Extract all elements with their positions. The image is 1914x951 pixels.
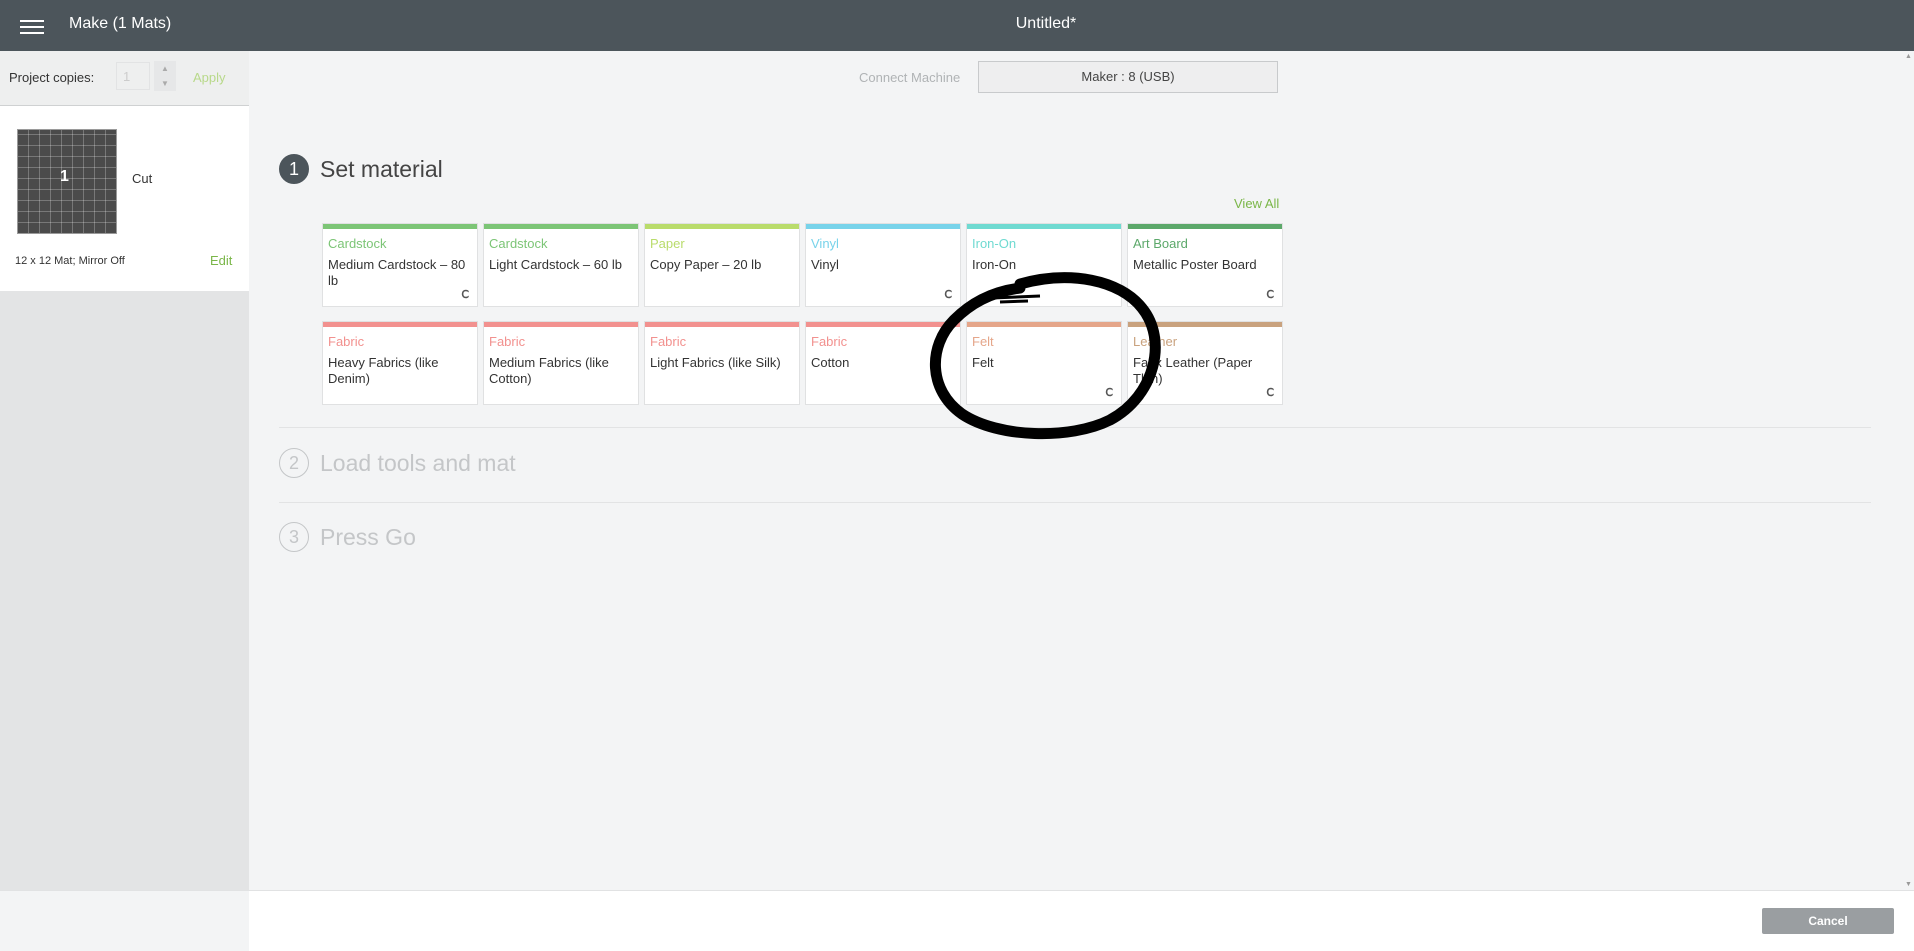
- scroll-up-icon[interactable]: ▲: [1905, 53, 1912, 60]
- footer-left-panel: [0, 891, 249, 951]
- document-title: Untitled*: [1015, 15, 1077, 32]
- mat-number: 1: [60, 168, 69, 185]
- material-card[interactable]: Fabric Heavy Fabrics (like Denim): [322, 321, 478, 405]
- material-category: Fabric: [328, 334, 365, 349]
- material-card[interactable]: Fabric Cotton: [805, 321, 961, 405]
- scrollbar[interactable]: ▲ ▼: [1905, 51, 1914, 890]
- material-category: Cardstock: [328, 236, 387, 251]
- step-1-number: 1: [279, 154, 309, 184]
- material-color-bar: [323, 322, 477, 327]
- step-2-title[interactable]: Load tools and mat: [320, 450, 516, 477]
- material-category: Paper: [650, 236, 685, 251]
- material-name: Felt: [972, 355, 994, 370]
- material-name: Metallic Poster Board: [1133, 257, 1257, 272]
- divider: [279, 427, 1871, 428]
- cricut-c-icon: Ⅽ: [461, 289, 469, 301]
- material-category: Fabric: [811, 334, 848, 349]
- material-name: Copy Paper – 20 lb: [650, 257, 762, 272]
- material-color-bar: [967, 224, 1121, 229]
- project-copies-row: Project copies: ▲ ▼ Apply: [0, 51, 249, 106]
- machine-select[interactable]: Maker : 8 (USB): [978, 61, 1278, 93]
- connect-machine-label[interactable]: Connect Machine: [859, 70, 960, 85]
- material-name: Vinyl: [811, 257, 839, 272]
- decrement-icon[interactable]: ▼: [154, 76, 176, 91]
- material-card[interactable]: Cardstock Medium Cardstock – 80 lb Ⅽ: [322, 223, 478, 307]
- project-copies-input[interactable]: [116, 62, 150, 90]
- footer: Cancel: [0, 890, 1914, 951]
- material-card[interactable]: Vinyl Vinyl Ⅽ: [805, 223, 961, 307]
- material-color-bar: [1128, 224, 1282, 229]
- material-card[interactable]: Cardstock Light Cardstock – 60 lb: [483, 223, 639, 307]
- material-category: Leather: [1133, 334, 1178, 349]
- material-card[interactable]: Iron-On Iron-On: [966, 223, 1122, 307]
- material-name: Cotton: [811, 355, 850, 370]
- material-color-bar: [645, 322, 799, 327]
- material-card[interactable]: Felt Felt Ⅽ: [966, 321, 1122, 405]
- material-color-bar: [967, 322, 1121, 327]
- mat-edit-link[interactable]: Edit: [210, 253, 232, 268]
- view-all-link[interactable]: View All: [1234, 196, 1279, 211]
- step-3-number: 3: [279, 522, 309, 552]
- material-name: Faux Leather (Paper Thin): [1133, 355, 1253, 386]
- cricut-c-icon: Ⅽ: [1266, 387, 1274, 399]
- material-name: Iron-On: [972, 257, 1017, 272]
- material-name: Light Fabrics (like Silk): [650, 355, 781, 370]
- top-bar: Make (1 Mats) Untitled*: [0, 0, 1914, 51]
- divider: [279, 502, 1871, 503]
- material-category: Vinyl: [811, 236, 839, 251]
- material-name: Heavy Fabrics (like Denim): [328, 355, 439, 386]
- scroll-down-icon[interactable]: ▼: [1905, 881, 1912, 888]
- material-category: Fabric: [489, 334, 526, 349]
- step-1-title: Set material: [320, 156, 443, 182]
- mat-thumbnail[interactable]: 1: [17, 129, 117, 234]
- material-card[interactable]: Fabric Medium Fabrics (like Cotton): [483, 321, 639, 405]
- material-category: Felt: [972, 334, 994, 349]
- cricut-c-icon: Ⅽ: [1266, 289, 1274, 301]
- cricut-c-icon: Ⅽ: [944, 289, 952, 301]
- material-name: Medium Cardstock – 80 lb: [328, 257, 466, 288]
- mat-info: 12 x 12 Mat; Mirror Off: [15, 255, 125, 267]
- mat-panel: 1 Cut 12 x 12 Mat; Mirror Off Edit: [0, 106, 249, 291]
- material-name: Light Cardstock – 60 lb: [489, 257, 622, 272]
- material-color-bar: [1128, 322, 1282, 327]
- increment-icon[interactable]: ▲: [154, 61, 176, 76]
- material-card[interactable]: Fabric Light Fabrics (like Silk): [644, 321, 800, 405]
- material-card[interactable]: Paper Copy Paper – 20 lb: [644, 223, 800, 307]
- mat-mode-label: Cut: [132, 171, 153, 186]
- material-name: Medium Fabrics (like Cotton): [489, 355, 609, 386]
- apply-button[interactable]: Apply: [193, 70, 226, 85]
- material-color-bar: [484, 224, 638, 229]
- material-category: Iron-On: [972, 236, 1017, 251]
- cancel-button[interactable]: Cancel: [1762, 908, 1894, 934]
- material-color-bar: [806, 224, 960, 229]
- copies-stepper: ▲ ▼: [154, 61, 176, 93]
- material-color-bar: [645, 224, 799, 229]
- material-category: Fabric: [650, 334, 687, 349]
- project-copies-label: Project copies:: [9, 70, 95, 85]
- material-card[interactable]: Leather Faux Leather (Paper Thin) Ⅽ: [1127, 321, 1283, 405]
- material-card[interactable]: Art Board Metallic Poster Board Ⅽ: [1127, 223, 1283, 307]
- material-color-bar: [484, 322, 638, 327]
- sidebar: Project copies: ▲ ▼ Apply 1 Cut 12 x 12 …: [0, 51, 249, 890]
- material-category: Art Board: [1133, 236, 1188, 251]
- step-3-title[interactable]: Press Go: [320, 524, 416, 551]
- step-2-number: 2: [279, 448, 309, 478]
- cricut-c-icon: Ⅽ: [1105, 387, 1113, 399]
- material-color-bar: [806, 322, 960, 327]
- material-category: Cardstock: [489, 236, 548, 251]
- material-color-bar: [323, 224, 477, 229]
